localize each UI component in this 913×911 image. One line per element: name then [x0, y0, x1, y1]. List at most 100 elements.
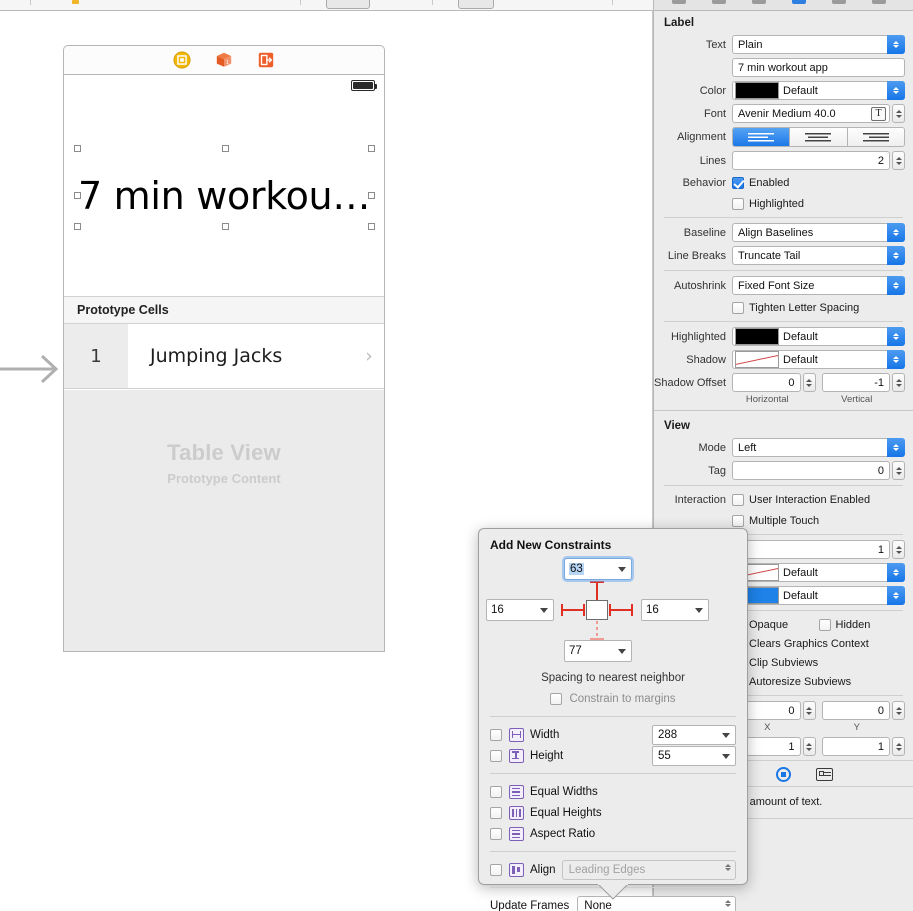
lines-row[interactable]: Lines 2 [654, 150, 913, 171]
hidden-checkbox[interactable] [818, 618, 831, 631]
add-new-constraints-popover[interactable]: Add New Constraints 63 16 16 77 Spacing … [478, 528, 748, 911]
shadow-color-row[interactable]: Shadow Default [654, 349, 913, 370]
selection-handle-tr[interactable] [368, 145, 375, 152]
selection-handle-tc[interactable] [222, 145, 229, 152]
title-label[interactable]: 7 min workou… [78, 167, 372, 224]
tighten-letter-spacing-checkbox[interactable] [732, 301, 744, 314]
chevron-updown-icon[interactable] [887, 35, 905, 54]
width-checkbox[interactable] [490, 728, 502, 741]
align-left-button[interactable] [733, 128, 791, 146]
list-icon[interactable] [815, 768, 833, 782]
align-popup[interactable]: Leading Edges [561, 859, 736, 880]
height-constraint-row[interactable]: Height 55 [490, 745, 736, 766]
lines-stepper[interactable] [892, 151, 905, 170]
user-interaction-enabled-checkbox[interactable] [732, 493, 744, 506]
stretch-height-stepper[interactable] [892, 737, 905, 756]
alignment-row[interactable]: Alignment [654, 126, 913, 148]
chevron-updown-icon[interactable] [887, 81, 905, 100]
size-inspector-tab[interactable] [832, 0, 846, 4]
chevron-updown-icon[interactable] [725, 863, 731, 871]
line-breaks-popup[interactable]: Truncate Tail [732, 246, 905, 265]
view-controller-icon[interactable] [173, 51, 191, 69]
equal-heights-checkbox[interactable] [490, 806, 502, 819]
font-field[interactable]: Avenir Medium 40.0 T [732, 104, 890, 123]
width-constraint-row[interactable]: Width 288 [490, 724, 736, 745]
chevron-down-icon[interactable] [618, 649, 626, 654]
tint-color-popup[interactable]: Default [732, 586, 905, 605]
clears-graphics-checkbox-row[interactable]: Clears Graphics Context [732, 637, 869, 651]
shadow-offset-v-stepper[interactable] [892, 373, 905, 392]
label-text-input[interactable]: 7 min workout app [732, 58, 905, 77]
chevron-updown-icon[interactable] [725, 899, 731, 907]
editor-segment-1[interactable] [326, 0, 370, 9]
highlighted-color-popup[interactable]: Default [732, 327, 905, 346]
tag-row[interactable]: Tag 0 [654, 460, 913, 481]
shadow-color-swatch[interactable] [735, 351, 779, 368]
stretch-y-input[interactable]: 0 [821, 701, 890, 720]
equal-widths-row[interactable]: Equal Widths [490, 781, 736, 802]
selection-handle-bc[interactable] [222, 223, 229, 230]
aspect-ratio-checkbox[interactable] [490, 827, 502, 840]
inspector-tab-bar[interactable] [654, 0, 913, 11]
tag-input[interactable]: 0 [732, 461, 890, 480]
background-color-popup[interactable]: Default [732, 563, 905, 582]
highlighted-color-row[interactable]: Highlighted Default [654, 326, 913, 347]
chevron-down-icon[interactable] [722, 753, 730, 759]
stretch-x-stepper[interactable] [802, 701, 816, 720]
chevron-down-icon[interactable] [695, 608, 703, 613]
baseline-row[interactable]: Baseline Align Baselines [654, 222, 913, 243]
autoshrink-popup[interactable]: Fixed Font Size [732, 276, 905, 295]
chevron-down-icon[interactable] [618, 567, 626, 572]
top-spacing-input[interactable]: 63 [564, 558, 632, 580]
shadow-offset-vertical-input[interactable]: -1 [821, 373, 890, 392]
bottom-spacing-input[interactable]: 77 [564, 640, 632, 662]
chevron-updown-icon[interactable] [887, 327, 905, 346]
mode-popup[interactable]: Left [732, 438, 905, 457]
selection-handle-ml[interactable] [74, 192, 81, 199]
color-swatch[interactable] [735, 82, 779, 99]
align-checkbox[interactable] [490, 863, 502, 876]
target-icon[interactable] [776, 767, 791, 782]
text-style-popup[interactable]: Plain [732, 35, 905, 54]
scene-dock[interactable]: 1 [63, 45, 385, 74]
color-row[interactable]: Color Default [654, 80, 913, 101]
cell-title-label[interactable]: Jumping Jacks [128, 345, 354, 367]
alignment-segmented-control[interactable] [732, 127, 905, 147]
user-interaction-checkbox-row[interactable]: User Interaction Enabled [732, 493, 870, 507]
alpha-input[interactable]: 1 [732, 540, 890, 559]
chevron-updown-icon[interactable] [887, 246, 905, 265]
file-inspector-tab[interactable] [672, 0, 686, 4]
height-checkbox[interactable] [490, 749, 502, 762]
constrain-to-margins-row[interactable]: Constrain to margins [479, 688, 747, 709]
chevron-updown-icon[interactable] [887, 586, 905, 605]
font-row[interactable]: Font Avenir Medium 40.0 T [654, 103, 913, 124]
enabled-checkbox-row[interactable]: Enabled [732, 176, 789, 190]
prototype-cell-row[interactable]: 1 Jumping Jacks › [64, 324, 384, 389]
align-row[interactable]: Align Leading Edges [490, 859, 736, 880]
right-spacing-input[interactable]: 16 [641, 599, 709, 621]
identity-inspector-tab[interactable] [752, 0, 766, 4]
text-value-row[interactable]: 7 min workout app [654, 57, 913, 78]
width-input[interactable]: 288 [652, 724, 736, 745]
selection-handle-bl[interactable] [74, 223, 81, 230]
chevron-down-icon[interactable] [722, 732, 730, 738]
exit-icon[interactable] [257, 51, 275, 69]
tag-stepper[interactable] [892, 461, 905, 480]
behavior-enabled-row[interactable]: Behavior Enabled [654, 173, 913, 192]
alpha-stepper[interactable] [892, 540, 905, 559]
font-picker-icon[interactable]: T [871, 106, 886, 121]
enabled-checkbox[interactable] [732, 176, 744, 189]
chevron-updown-icon[interactable] [887, 276, 905, 295]
chevron-updown-icon[interactable] [887, 350, 905, 369]
align-center-button[interactable] [790, 128, 848, 146]
constrain-to-margins-checkbox[interactable] [550, 692, 563, 705]
text-style-row[interactable]: Text Plain [654, 34, 913, 55]
tighten-row[interactable]: Tighten Letter Spacing [654, 298, 913, 317]
table-view-placeholder[interactable]: Table View Prototype Content [64, 390, 384, 651]
chevron-updown-icon[interactable] [887, 223, 905, 242]
stretch-y-stepper[interactable] [892, 701, 905, 720]
selection-handle-br[interactable] [368, 223, 375, 230]
chevron-updown-icon[interactable] [887, 438, 905, 457]
line-breaks-row[interactable]: Line Breaks Truncate Tail [654, 245, 913, 266]
constraint-spacing-widget[interactable]: 63 16 16 77 [479, 558, 747, 668]
